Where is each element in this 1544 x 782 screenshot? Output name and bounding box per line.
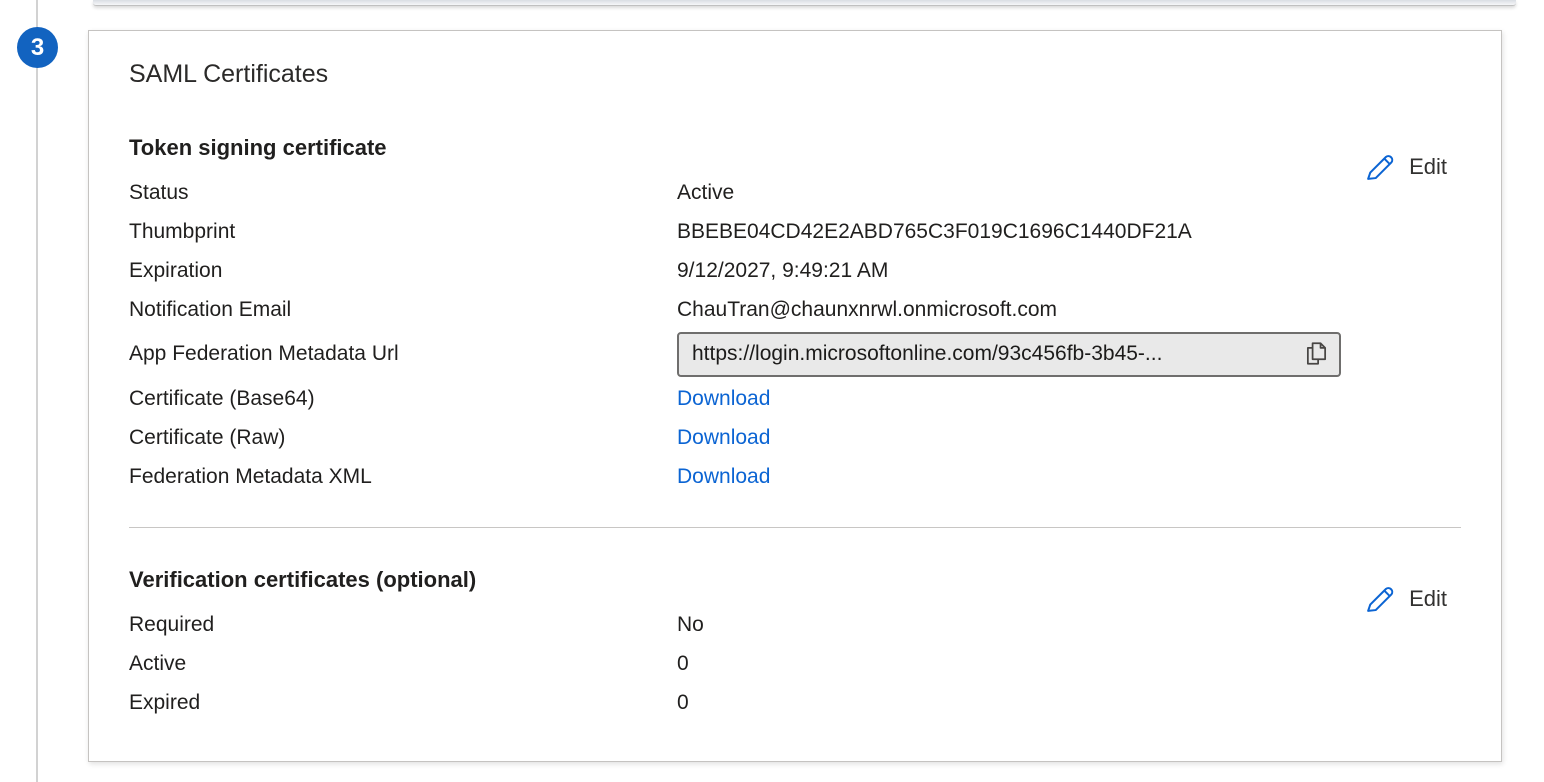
saml-certificates-card: SAML Certificates Token signing certific… <box>88 30 1502 762</box>
row-notification-email: Notification Email ChauTran@chaunxnrwl.o… <box>129 290 1461 329</box>
status-value: Active <box>677 181 734 205</box>
section-divider <box>129 527 1461 528</box>
required-value: No <box>677 613 704 637</box>
row-certificate-base64: Certificate (Base64) Download <box>129 379 1461 418</box>
row-thumbprint: Thumbprint BBEBE04CD42E2ABD765C3F019C169… <box>129 212 1461 251</box>
row-required: Required No <box>129 605 1461 644</box>
token-signing-certificate-heading: Token signing certificate <box>129 133 1461 163</box>
row-label: Federation Metadata XML <box>129 465 677 489</box>
row-label: App Federation Metadata Url <box>129 342 677 366</box>
expired-count-value: 0 <box>677 691 689 715</box>
app-federation-metadata-url-value: https://login.microsoftonline.com/93c456… <box>692 342 1297 366</box>
verification-certificates-heading: Verification certificates (optional) <box>129 565 1461 595</box>
verification-certificates-section: Verification certificates (optional) Edi… <box>129 565 1461 722</box>
row-label: Expiration <box>129 259 677 283</box>
download-certificate-base64-link[interactable]: Download <box>677 387 770 411</box>
pencil-icon <box>1364 583 1396 615</box>
edit-token-signing-certificate-button[interactable]: Edit <box>1364 151 1447 183</box>
row-label: Active <box>129 652 677 676</box>
expiration-value: 9/12/2027, 9:49:21 AM <box>677 259 888 283</box>
app-federation-metadata-url-field[interactable]: https://login.microsoftonline.com/93c456… <box>677 332 1341 377</box>
row-expiration: Expiration 9/12/2027, 9:49:21 AM <box>129 251 1461 290</box>
row-status: Status Active <box>129 173 1461 212</box>
row-certificate-raw: Certificate (Raw) Download <box>129 418 1461 457</box>
active-count-value: 0 <box>677 652 689 676</box>
row-app-federation-metadata-url: App Federation Metadata Url https://logi… <box>129 329 1461 379</box>
copy-button[interactable] <box>1303 340 1330 368</box>
edit-verification-certificates-button[interactable]: Edit <box>1364 583 1447 615</box>
previous-card-bottom-edge <box>93 0 1516 6</box>
notification-email-value: ChauTran@chaunxnrwl.onmicrosoft.com <box>677 298 1057 322</box>
edit-label: Edit <box>1409 586 1447 612</box>
step-timeline-connector <box>36 0 38 782</box>
step-3-badge: 3 <box>17 27 58 68</box>
row-label: Certificate (Base64) <box>129 387 677 411</box>
row-label: Notification Email <box>129 298 677 322</box>
card-title: SAML Certificates <box>129 59 1461 89</box>
download-federation-metadata-xml-link[interactable]: Download <box>677 465 770 489</box>
thumbprint-value: BBEBE04CD42E2ABD765C3F019C1696C1440DF21A <box>677 220 1192 244</box>
row-active-count: Active 0 <box>129 644 1461 683</box>
row-label: Expired <box>129 691 677 715</box>
token-signing-certificate-section: Token signing certificate Edit Status Ac… <box>129 133 1461 496</box>
copy-icon <box>1303 340 1330 367</box>
pencil-icon <box>1364 151 1396 183</box>
row-federation-metadata-xml: Federation Metadata XML Download <box>129 457 1461 496</box>
row-label: Certificate (Raw) <box>129 426 677 450</box>
row-label: Status <box>129 181 677 205</box>
row-label: Thumbprint <box>129 220 677 244</box>
edit-label: Edit <box>1409 154 1447 180</box>
row-label: Required <box>129 613 677 637</box>
download-certificate-raw-link[interactable]: Download <box>677 426 770 450</box>
row-expired-count: Expired 0 <box>129 683 1461 722</box>
